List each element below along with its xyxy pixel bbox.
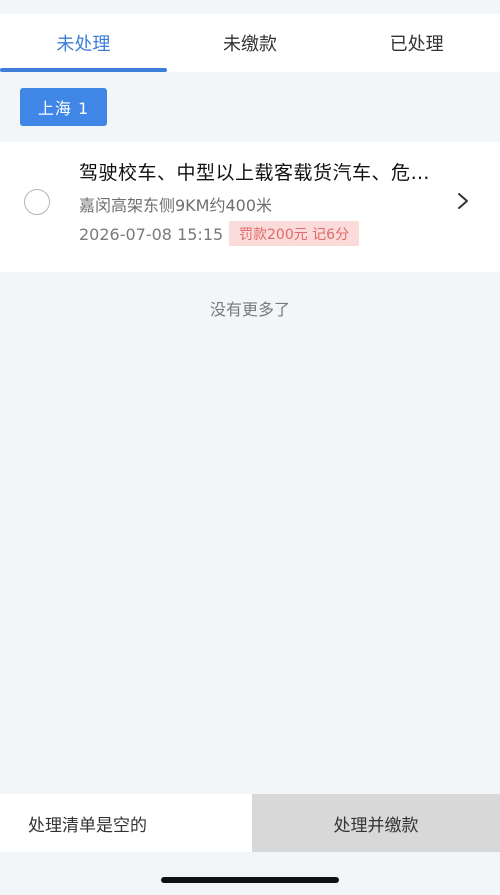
tab-bar: 未处理 未缴款 已处理 xyxy=(0,14,500,72)
tab-unpaid[interactable]: 未缴款 xyxy=(167,14,334,72)
violation-time: 2026-07-08 15:15 xyxy=(79,225,224,244)
no-more-label: 没有更多了 xyxy=(209,300,290,319)
bottom-action-bar: 处理清单是空的 处理并缴款 xyxy=(0,794,500,852)
select-radio[interactable] xyxy=(24,189,50,215)
status-strip xyxy=(0,0,500,14)
process-and-pay-button[interactable]: 处理并缴款 xyxy=(252,794,500,852)
chevron-right-icon[interactable] xyxy=(456,192,470,210)
violation-location: 嘉闵高架东侧9KM约400米 xyxy=(79,196,273,215)
violation-title: 驾驶校车、中型以上载客载货汽车、危… xyxy=(79,162,431,184)
region-filter-bar: 上海 1 xyxy=(0,72,500,142)
penalty-badge: 罚款200元 记6分 xyxy=(229,221,360,246)
tab-unprocessed[interactable]: 未处理 xyxy=(0,14,167,72)
region-chip[interactable]: 上海 1 xyxy=(20,88,107,126)
violation-card[interactable]: 驾驶校车、中型以上载客载货汽车、危… 嘉闵高架东侧9KM约400米 2026-0… xyxy=(0,142,500,272)
tab-processed[interactable]: 已处理 xyxy=(333,14,500,72)
page: 未处理 未缴款 已处理 上海 1 驾驶校车、中型以上载客载货汽车、危… 嘉闵高架… xyxy=(0,0,500,895)
home-indicator xyxy=(161,877,339,883)
empty-list-label: 处理清单是空的 xyxy=(0,794,252,852)
